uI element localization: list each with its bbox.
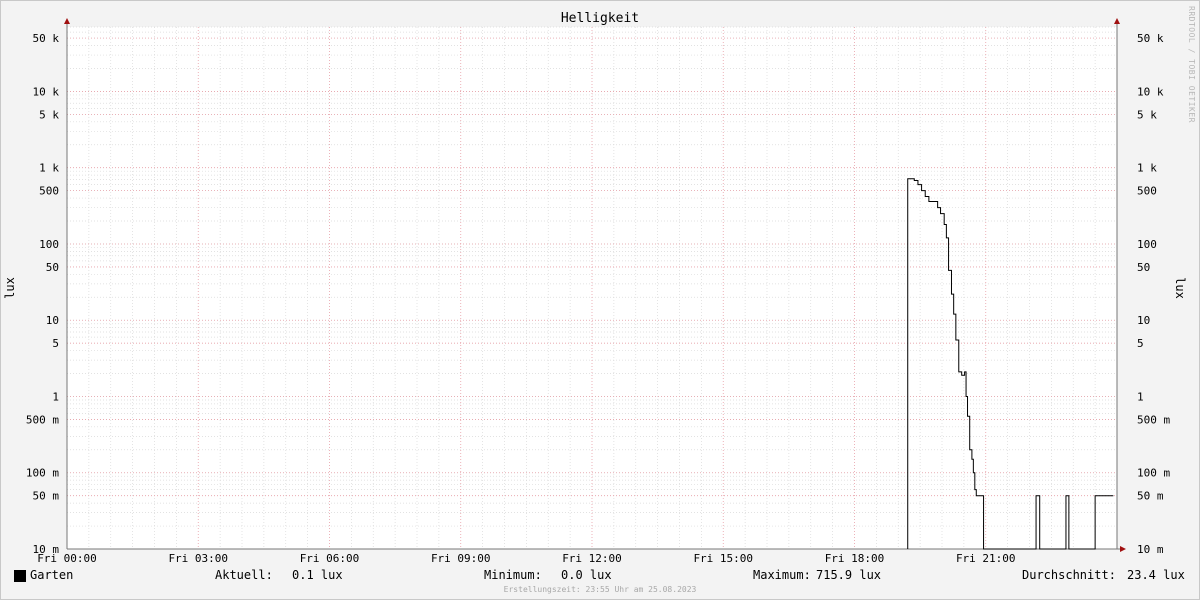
x-tick-label: Fri 15:00 (693, 552, 753, 565)
x-tick-label: Fri 18:00 (825, 552, 885, 565)
y-tick-label-right: 10 k (1137, 85, 1164, 98)
y-tick-label-left: 500 m (26, 413, 59, 426)
x-tick-label: Fri 03:00 (168, 552, 228, 565)
y-tick-label-left: 5 k (39, 108, 59, 121)
max-value: 715.9 lux (816, 568, 882, 582)
avg-value: 23.4 lux (1127, 568, 1185, 582)
y-tick-label-right: 10 (1137, 314, 1150, 327)
y-tick-label-left: 50 (46, 261, 59, 274)
y-tick-label-left: 1 (52, 390, 59, 403)
y-tick-label-right: 5 (1137, 337, 1144, 350)
x-tick-label: Fri 00:00 (37, 552, 97, 565)
y-tick-label-right: 1 (1137, 390, 1144, 403)
x-tick-label: Fri 12:00 (562, 552, 622, 565)
y-tick-label-right: 10 m (1137, 543, 1164, 556)
current-value: 0.1 lux (292, 568, 343, 582)
y-tick-label-left: 1 k (39, 162, 59, 175)
y-tick-label-right: 500 (1137, 185, 1157, 198)
y-axis-arrow-left (64, 18, 70, 24)
y-tick-label-left: 50 m (33, 490, 60, 503)
y-tick-label-right: 50 k (1137, 32, 1164, 45)
legend-series-name: Garten (30, 568, 74, 582)
y-tick-label-left: 50 k (33, 32, 60, 45)
max-label: Maximum: (753, 568, 811, 582)
y-tick-label-right: 500 m (1137, 413, 1170, 426)
min-value: 0.0 lux (561, 568, 612, 582)
y-tick-label-right: 100 m (1137, 467, 1170, 480)
brightness-chart: 10 m 10 m50 m 50 m100 m 100 m500 m 500 m1 15 5… (3, 18, 1187, 565)
y-tick-label-right: 5 k (1137, 108, 1157, 121)
y-tick-label-right: 1 k (1137, 162, 1157, 175)
y-tick-label-left: 10 (46, 314, 59, 327)
current-label: Aktuell: (215, 568, 273, 582)
generation-timestamp: Erstellungszeit: 23:55 Uhr am 25.08.2023 (503, 585, 697, 594)
y-tick-label-right: 100 (1137, 238, 1157, 251)
y-axis-arrow-right (1114, 18, 1120, 24)
y-tick-label-left: 100 (39, 238, 59, 251)
y-tick-label-left: 10 k (33, 85, 60, 98)
min-label: Minimum: (484, 568, 542, 582)
y-tick-label-right: 50 (1137, 261, 1150, 274)
y-tick-label-left: 100 m (26, 467, 59, 480)
legend-row: Garten Aktuell: 0.1 lux Minimum: 0.0 lux… (0, 568, 1200, 584)
x-axis-arrow (1120, 546, 1126, 552)
x-tick-label: Fri 09:00 (431, 552, 491, 565)
x-tick-label: Fri 21:00 (956, 552, 1016, 565)
y-axis-title-left: lux (3, 277, 17, 299)
y-tick-label-right: 50 m (1137, 490, 1164, 503)
y-tick-label-left: 5 (52, 337, 59, 350)
avg-label: Durchschnitt: (1022, 568, 1116, 582)
x-tick-label: Fri 06:00 (300, 552, 360, 565)
y-tick-label-left: 500 (39, 185, 59, 198)
y-axis-title-right: lux (1173, 277, 1187, 299)
